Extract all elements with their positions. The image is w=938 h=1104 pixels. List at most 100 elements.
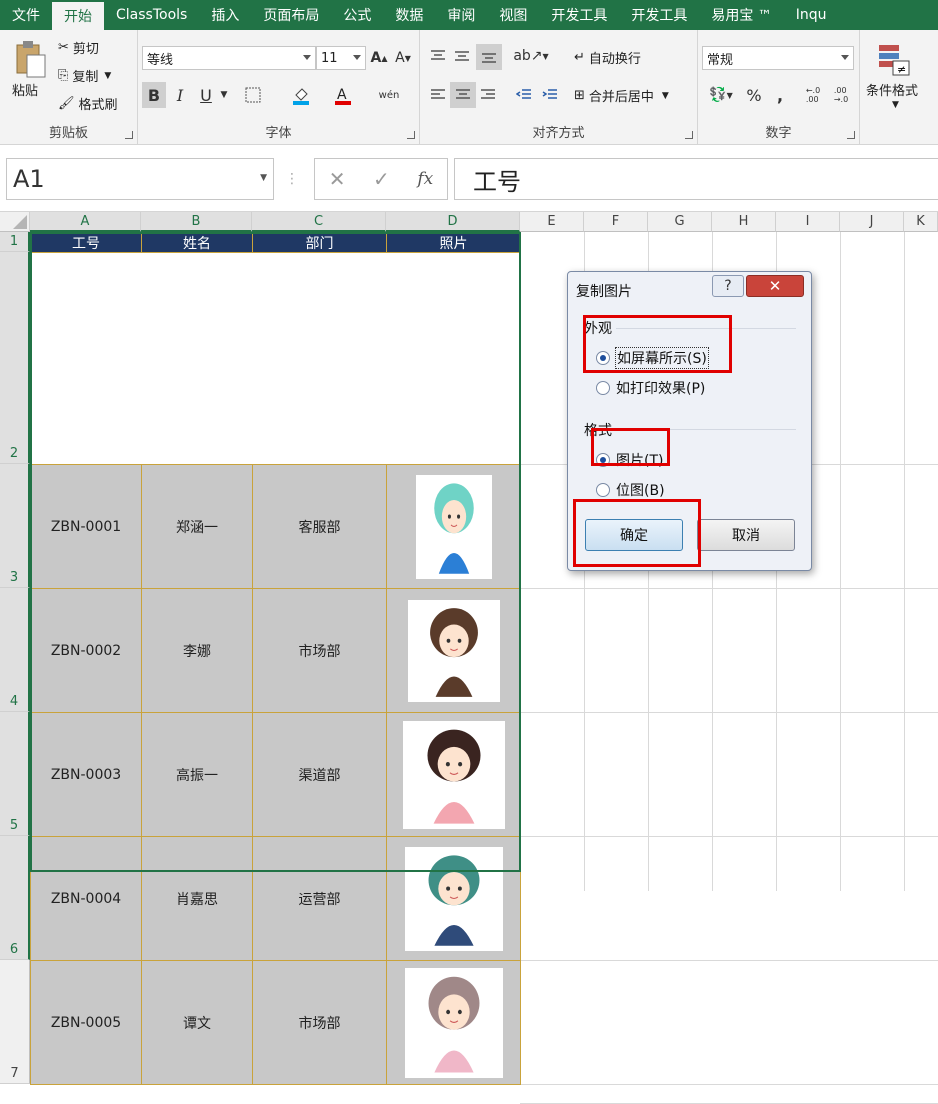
row-header-5[interactable]: 5 [0,712,30,836]
close-button[interactable]: ✕ [746,275,804,297]
align-left-icon[interactable] [426,82,450,108]
number-format-combo[interactable]: 常规 [702,46,854,70]
column-header-D[interactable]: D [386,212,520,232]
format-painter-label: 格式刷 [78,98,118,113]
align-top-icon[interactable] [426,44,450,68]
tab-6[interactable]: 数据 [383,0,435,30]
align-center-icon[interactable] [450,82,476,108]
radio-bitmap[interactable]: 位图(B) [596,480,665,500]
merge-center-button[interactable]: ⊞ 合并后居中 ▼ [574,86,669,105]
column-header-F[interactable]: F [584,212,648,232]
tab-7[interactable]: 审阅 [435,0,487,30]
tab-12[interactable]: Inqu [784,0,839,30]
cancel-button[interactable]: 取消 [697,519,795,551]
number-group: 常规 💱 ▼ % , ←.0.00 .00 →.0 数字 [698,30,860,145]
conditional-format-button[interactable]: 条件格式 [866,80,918,99]
row-header-6[interactable]: 6 [0,836,30,960]
increase-decimal-icon[interactable]: ←.0.00 [800,82,826,108]
chevron-down-icon [303,55,311,60]
grow-font-icon[interactable]: A ▲ [368,46,390,70]
styles-group: ≠ 条件格式 ▼ [860,30,938,145]
decrease-decimal-icon[interactable]: .00 →.0 [828,82,854,108]
tab-0[interactable]: 文件 [0,0,52,30]
photo-cell[interactable] [386,960,521,1085]
column-header-C[interactable]: C [252,212,386,232]
bold-button[interactable]: B [142,82,166,108]
cancel-icon[interactable]: ✕ [329,167,346,191]
align-middle-icon[interactable] [450,44,474,68]
conditional-format-icon[interactable]: ≠ [874,40,914,80]
gridline [904,232,905,891]
decrease-indent-icon[interactable] [512,82,536,108]
chevron-down-icon[interactable]: ▼ [218,82,230,108]
phonetic-icon[interactable]: wén [376,82,402,108]
row-header-7[interactable]: 7 [0,960,30,1084]
row-header-4[interactable]: 4 [0,588,30,712]
borders-icon[interactable] [240,82,266,108]
row-header-2[interactable]: 2 [0,252,30,464]
dialog-launcher-icon[interactable] [125,131,133,139]
tab-1[interactable]: 开始 [52,2,104,30]
italic-button[interactable]: I [168,82,192,108]
copy-button[interactable]: ⎘ 复制 ▼ [58,66,111,85]
percent-button[interactable]: % [742,82,766,108]
dialog-launcher-icon[interactable] [685,131,693,139]
underline-button[interactable]: U [194,82,218,108]
tab-11[interactable]: 易用宝 ™ [699,0,783,30]
name-box[interactable]: A1 ▼ [6,158,274,200]
comma-button[interactable]: , [768,82,792,108]
row-header-3[interactable]: 3 [0,464,30,588]
paste-button[interactable]: 粘贴 [12,80,38,99]
column-header-G[interactable]: G [648,212,712,232]
chevron-down-icon[interactable]: ▼ [892,100,899,110]
more-options-icon[interactable]: ⋮ [282,168,302,190]
wrap-text-button[interactable]: ↵ 自动换行 [574,48,641,67]
column-header-E[interactable]: E [520,212,584,232]
tab-3[interactable]: 插入 [199,0,251,30]
font-color-icon[interactable]: A [330,82,356,108]
radio-unselected-icon [596,483,610,497]
select-all-corner[interactable] [0,212,30,232]
column-header-B[interactable]: B [141,212,252,232]
dialog-launcher-icon[interactable] [407,131,415,139]
font-name-combo[interactable]: 等线 [142,46,316,70]
wrap-text-label: 自动换行 [588,52,641,67]
svg-text:≠: ≠ [897,63,906,76]
tab-9[interactable]: 开发工具 [539,0,619,30]
font-size-combo[interactable]: 11 [316,46,366,70]
column-header-J[interactable]: J [840,212,904,232]
tab-2[interactable]: ClassTools [104,0,199,30]
align-right-icon[interactable] [476,82,500,108]
dialog-launcher-icon[interactable] [847,131,855,139]
table-cell[interactable]: ZBN-0005 [30,960,142,1085]
shrink-font-icon[interactable]: A ▼ [392,46,414,70]
chevron-down-icon: ▼ [661,90,669,101]
paste-icon[interactable] [10,36,50,82]
avatar[interactable] [404,967,503,1078]
help-button[interactable]: ? [712,275,744,297]
table-cell[interactable]: 市场部 [252,960,387,1085]
column-header-I[interactable]: I [776,212,840,232]
format-painter-button[interactable]: 🖌 格式刷 [58,94,118,113]
currency-icon[interactable]: 💱 ▼ [702,82,740,108]
align-bottom-icon[interactable] [476,44,502,70]
tab-8[interactable]: 视图 [487,0,539,30]
tab-5[interactable]: 公式 [331,0,383,30]
column-header-H[interactable]: H [712,212,776,232]
enter-icon[interactable]: ✓ [373,167,390,191]
row-header-1[interactable]: 1 [0,232,30,252]
formula-input[interactable]: 工号 [454,158,938,200]
radio-as-shown-print[interactable]: 如打印效果(P) [596,378,705,398]
cut-button[interactable]: ✂ 剪切 [58,38,99,57]
column-header-A[interactable]: A [30,212,141,232]
table-cell[interactable]: 谭文 [141,960,253,1085]
increase-indent-icon[interactable] [538,82,562,108]
column-header-K[interactable]: K [904,212,938,232]
orientation-icon[interactable]: ab↗ ▼ [512,44,550,68]
tab-4[interactable]: 页面布局 [251,0,331,30]
gridline [520,712,938,713]
fill-color-icon[interactable] [288,82,314,108]
insert-function-icon[interactable]: fx [417,169,433,189]
chevron-down-icon [841,55,849,60]
tab-10[interactable]: 开发工具 [619,0,699,30]
